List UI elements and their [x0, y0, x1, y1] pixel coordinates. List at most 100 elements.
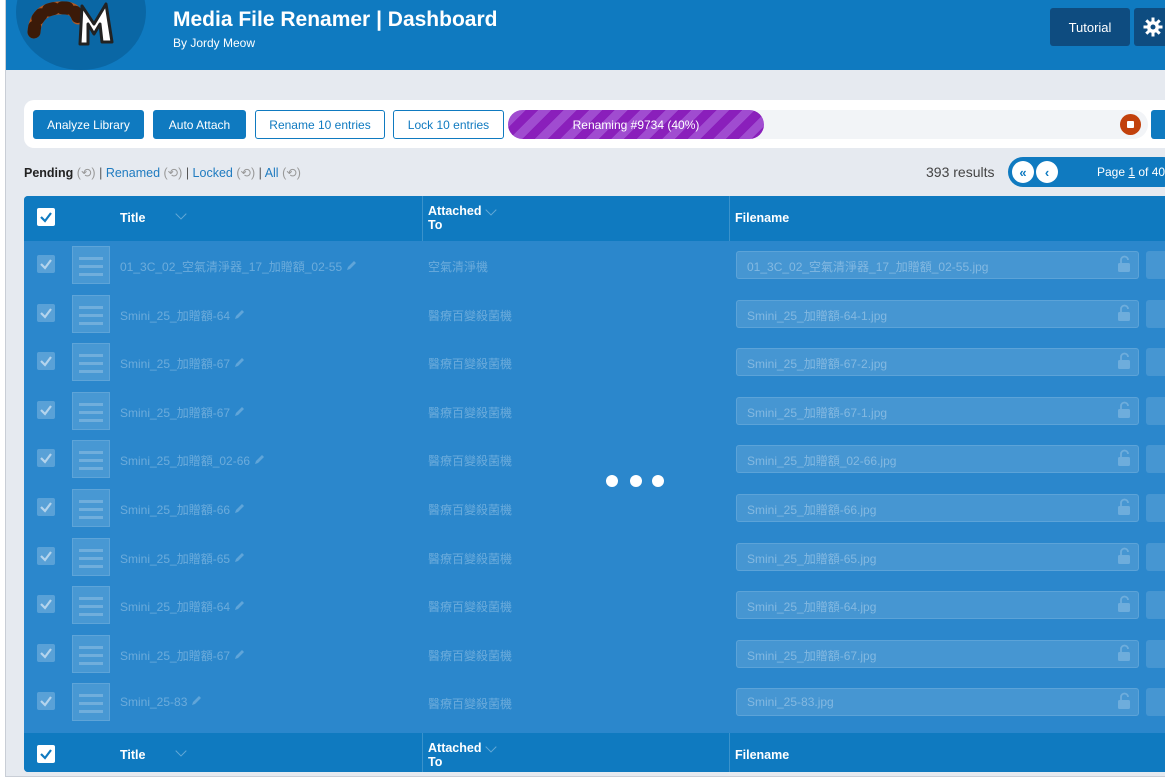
row-attached-to[interactable]: 空氣清淨機 [428, 258, 488, 275]
filter-renamed[interactable]: Renamed [106, 166, 160, 180]
table-row[interactable]: Smini_25_加贈額-64 醫療百變殺菌機 Smini_25_加贈額-64-1.… [24, 290, 1165, 338]
row-action-button[interactable] [1146, 251, 1165, 279]
table-row[interactable]: Smini_25_加贈額-67 醫療百變殺菌機 Smini_25_加贈額-67-1.… [24, 387, 1165, 435]
auto-attach-button[interactable]: Auto Attach [153, 110, 246, 139]
select-all-checkbox[interactable] [37, 745, 55, 763]
pencil-icon[interactable] [234, 503, 245, 517]
pencil-icon[interactable] [234, 649, 245, 663]
column-title[interactable]: Title [120, 748, 145, 762]
row-action-button[interactable] [1146, 639, 1165, 668]
row-action-button[interactable] [1146, 542, 1165, 571]
row-checkbox[interactable] [37, 595, 55, 614]
lock-entries-button[interactable]: Lock 10 entries [393, 110, 504, 139]
filter-locked[interactable]: Locked [193, 166, 233, 180]
lock-icon[interactable] [1116, 449, 1132, 472]
row-attached-to[interactable]: 醫療百變殺菌機 [428, 307, 512, 324]
tutorial-button[interactable]: Tutorial [1050, 8, 1130, 46]
row-checkbox[interactable] [37, 546, 55, 565]
pencil-icon[interactable] [346, 260, 357, 274]
row-action-button[interactable] [1146, 299, 1165, 328]
row-checkbox[interactable] [37, 303, 55, 322]
row-title[interactable]: Smini_25_加贈額-67 [120, 647, 245, 664]
row-checkbox[interactable] [37, 643, 55, 662]
pencil-icon[interactable] [234, 406, 245, 420]
row-title[interactable]: Smini_25_加贈額_02-66 [120, 452, 265, 469]
stop-button[interactable] [1120, 114, 1141, 135]
row-checkbox[interactable] [37, 400, 55, 419]
lock-icon[interactable] [1116, 547, 1132, 570]
row-title[interactable]: Smini_25_加贈額-65 [120, 550, 245, 567]
filename-input[interactable]: Smini_25-83.jpg [736, 688, 1139, 717]
lock-icon[interactable] [1116, 352, 1132, 375]
lock-icon[interactable] [1116, 692, 1132, 715]
rename-entries-button[interactable]: Rename 10 entries [255, 110, 385, 139]
pencil-icon[interactable] [234, 309, 245, 323]
pencil-icon[interactable] [234, 357, 245, 371]
table-row[interactable]: Smini_25_加贈額-65 醫療百變殺菌機 Smini_25_加贈額-65.jp… [24, 533, 1165, 581]
sort-chevron-icon[interactable] [175, 745, 187, 757]
row-action-button[interactable] [1146, 396, 1165, 425]
lock-icon[interactable] [1116, 401, 1132, 424]
settings-button[interactable] [1134, 8, 1165, 46]
row-checkbox[interactable] [37, 498, 55, 516]
row-action-button[interactable] [1146, 348, 1165, 377]
row-title[interactable]: Smini_25_加贈額-67 [120, 404, 245, 421]
sort-chevron-icon[interactable] [175, 208, 187, 220]
prev-page-button[interactable]: ‹ [1036, 161, 1058, 183]
column-title[interactable]: Title [120, 211, 145, 225]
column-attached-to[interactable]: Attached To [428, 204, 481, 232]
column-attached-to[interactable]: Attached To [428, 741, 481, 769]
row-title[interactable]: Smini_25_加贈額-64 [120, 307, 245, 324]
row-attached-to[interactable]: 醫療百變殺菌機 [428, 647, 512, 664]
lock-icon[interactable] [1116, 498, 1132, 521]
sort-chevron-icon[interactable] [485, 741, 497, 753]
lock-icon[interactable] [1116, 255, 1132, 278]
row-attached-to[interactable]: 醫療百變殺菌機 [428, 404, 512, 421]
filename-input[interactable]: Smini_25_加贈額-64.jpg [736, 591, 1139, 620]
row-title[interactable]: 01_3C_02_空氣清淨器_17_加贈額_02-55 [120, 258, 357, 275]
table-row[interactable]: Smini_25_加贈額-66 醫療百變殺菌機 Smini_25_加贈額-66.jp… [24, 484, 1165, 532]
table-row[interactable]: Smini_25_加贈額_02-66 醫療百變殺菌機 Smini_25_加贈額_02… [24, 435, 1165, 483]
column-filename[interactable]: Filename [735, 748, 789, 762]
table-row[interactable]: Smini_25-83 醫療百變殺菌機 Smini_25-83.jpg [24, 678, 1165, 726]
filename-input[interactable]: Smini_25_加贈額-67-1.jpg [736, 396, 1139, 425]
row-attached-to[interactable]: 醫療百變殺菌機 [428, 452, 512, 469]
row-checkbox[interactable] [37, 255, 55, 273]
pencil-icon[interactable] [191, 695, 202, 709]
pencil-icon[interactable] [234, 552, 245, 566]
lock-icon[interactable] [1116, 644, 1132, 667]
pencil-icon[interactable] [234, 600, 245, 614]
row-attached-to[interactable]: 醫療百變殺菌機 [428, 598, 512, 615]
filter-pending[interactable]: Pending [24, 166, 73, 180]
select-all-checkbox[interactable] [37, 208, 55, 226]
toolbar-menu-button[interactable] [1151, 110, 1165, 139]
lock-icon[interactable] [1116, 595, 1132, 618]
lock-icon[interactable] [1116, 304, 1132, 327]
row-title[interactable]: Smini_25_加贈額-66 [120, 501, 245, 518]
table-row[interactable]: 01_3C_02_空氣清淨器_17_加贈額_02-55 空氣清淨機 01_3C_02… [24, 241, 1165, 289]
row-action-button[interactable] [1146, 494, 1165, 522]
row-checkbox[interactable] [37, 449, 55, 468]
row-action-button[interactable] [1146, 591, 1165, 620]
first-page-button[interactable]: « [1012, 161, 1034, 183]
refresh-icon[interactable]: (⟲) [282, 166, 301, 180]
filename-input[interactable]: Smini_25_加贈額-65.jpg [736, 542, 1139, 571]
filename-input[interactable]: Smini_25_加贈額-67-2.jpg [736, 348, 1139, 377]
row-title[interactable]: Smini_25_加贈額-67 [120, 355, 245, 372]
filename-input[interactable]: Smini_25_加贈額-67.jpg [736, 639, 1139, 668]
pencil-icon[interactable] [254, 454, 265, 468]
row-title[interactable]: Smini_25_加贈額-64 [120, 598, 245, 615]
table-row[interactable]: Smini_25_加贈額-67 醫療百變殺菌機 Smini_25_加贈額-67.jp… [24, 630, 1165, 678]
row-title[interactable]: Smini_25-83 [120, 695, 202, 709]
row-action-button[interactable] [1146, 688, 1165, 717]
filename-input[interactable]: Smini_25_加贈額_02-66.jpg [736, 445, 1139, 474]
column-filename[interactable]: Filename [735, 211, 789, 225]
table-row[interactable]: Smini_25_加贈額-67 醫療百變殺菌機 Smini_25_加贈額-67-2.… [24, 338, 1165, 386]
analyze-library-button[interactable]: Analyze Library [33, 110, 144, 139]
refresh-icon[interactable]: (⟲) [236, 166, 255, 180]
row-attached-to[interactable]: 醫療百變殺菌機 [428, 501, 512, 518]
row-checkbox[interactable] [37, 692, 55, 711]
table-row[interactable]: Smini_25_加贈額-64 醫療百變殺菌機 Smini_25_加贈額-64.jp… [24, 581, 1165, 629]
row-attached-to[interactable]: 醫療百變殺菌機 [428, 355, 512, 372]
row-attached-to[interactable]: 醫療百變殺菌機 [428, 695, 512, 712]
